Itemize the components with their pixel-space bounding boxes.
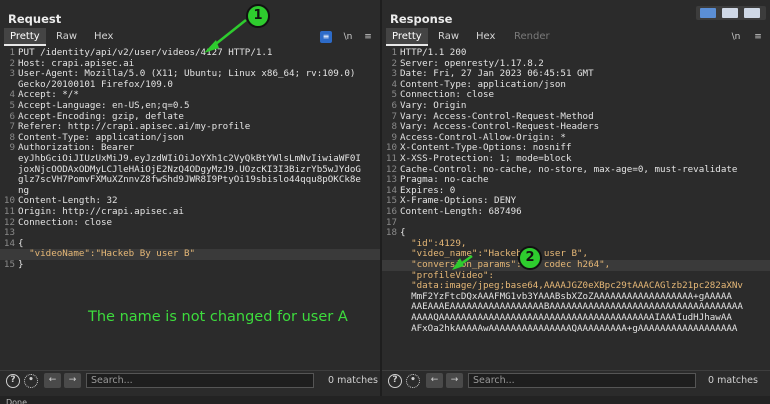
code-line: eyJhbGciOiJIUzUxMiJ9.eyJzdWIiOiJoYXh1c2V…	[0, 153, 380, 165]
code-line: 16 Content-Length: 687496	[382, 206, 770, 218]
tab-render[interactable]: Render	[508, 28, 556, 46]
response-tabbar: Pretty Raw Hex Render \n ≡	[382, 28, 770, 46]
request-tabbar: Pretty Raw Hex ≡ \n ≡	[0, 28, 380, 46]
line-number: 15	[3, 259, 15, 270]
request-match-count: 0 matches	[328, 375, 378, 386]
code-line: 13	[0, 228, 380, 239]
menu-icon[interactable]: ≡	[362, 31, 374, 43]
code-text: Origin: http://crapi.apisec.ai	[18, 206, 184, 217]
request-search-bar: ? • ← → Search... 0 matches	[0, 370, 380, 390]
help-icon[interactable]: ?	[6, 374, 20, 388]
tab-hex[interactable]: Hex	[470, 28, 501, 46]
request-pane: Request Pretty Raw Hex ≡ \n ≡ 1 PUT /iden…	[0, 0, 380, 396]
single-pane-layout-icon[interactable]	[744, 8, 760, 18]
code-text: AAAAQAAAAAAAAAAAAAAAAAAAAAAAAAAAAAAAAAAA…	[400, 312, 732, 323]
side-by-side-layout-icon[interactable]	[700, 8, 716, 18]
code-text: AFxOa2hkAAAAAwAAAAAAAAAAAAAAAQAAAAAAAAA+…	[400, 322, 738, 334]
line-number: 1	[9, 47, 15, 58]
code-text: PUT /identity/api/v2/user/videos/4127 HT…	[18, 47, 273, 58]
code-line: 12 Connection: close	[0, 216, 380, 229]
line-number: 18	[385, 227, 397, 239]
line-number: 6	[391, 100, 397, 111]
response-pane: Response Pretty Raw Hex Render \n ≡ 1 HTT…	[382, 0, 770, 396]
code-line: "videoName":"Hackeb By user B"	[0, 249, 380, 260]
line-number: 1	[391, 47, 397, 58]
settings-icon[interactable]: •	[406, 374, 420, 388]
tab-pretty[interactable]: Pretty	[4, 28, 46, 46]
code-line: AFxOa2hkAAAAAwAAAAAAAAAAAAAAAQAAAAAAAAA+…	[382, 322, 770, 335]
code-line: "conversion_params":"-v codec h264",	[382, 259, 770, 271]
response-search-input[interactable]: Search...	[468, 373, 696, 388]
menu-icon[interactable]: ≡	[752, 31, 764, 43]
response-search-bar: ? • ← → Search... 0 matches	[382, 370, 770, 390]
line-number: 16	[385, 206, 397, 217]
line-number: 11	[385, 153, 397, 164]
format-icon[interactable]: ≡	[320, 31, 332, 43]
code-text: }	[18, 259, 24, 270]
response-title: Response	[390, 12, 453, 26]
previous-arrow-icon[interactable]: ←	[426, 373, 443, 388]
request-title: Request	[8, 12, 62, 26]
tab-hex[interactable]: Hex	[88, 28, 119, 46]
tab-raw[interactable]: Raw	[50, 28, 83, 46]
response-editor[interactable]: 1 HTTP/1.1 200 2 Server: openresty/1.17.8.2…	[382, 46, 770, 368]
newline-icon[interactable]: \n	[728, 31, 744, 43]
tab-pretty[interactable]: Pretty	[386, 28, 428, 46]
code-line: AAAAQAAAAAAAAAAAAAAAAAAAAAAAAAAAAAAAAAAA…	[382, 312, 770, 324]
help-icon[interactable]: ?	[388, 374, 402, 388]
code-line: 5 Accept-Language: en-US,en;q=0.5	[0, 100, 380, 112]
code-text: Content-Length: 687496	[400, 206, 522, 217]
code-line: 17	[382, 217, 770, 229]
previous-arrow-icon[interactable]: ←	[44, 373, 61, 388]
request-search-input[interactable]: Search...	[86, 373, 314, 388]
line-number: 9	[9, 142, 15, 154]
code-text: Vary: Origin	[400, 100, 467, 111]
line-number: 5	[9, 100, 15, 111]
line-number: 3	[9, 68, 15, 80]
annotation-marker-1: 1	[246, 4, 270, 28]
code-line: 15}	[0, 259, 380, 271]
code-line: 6 Vary: Origin	[382, 100, 770, 112]
code-text: glz7scVH7PomvFXMuXZnnvZ8fwShd9JWR8I9PtyO…	[18, 174, 361, 186]
newline-icon[interactable]: \n	[340, 31, 356, 43]
code-text: eyJhbGciOiJIUzUxMiJ9.eyJzdWIiOiJoYXh1c2V…	[18, 153, 361, 164]
code-text: X-XSS-Protection: 1; mode=block	[400, 153, 572, 164]
annotation-marker-2: 2	[518, 246, 542, 270]
line-number: 11	[3, 206, 15, 217]
line-number: 14	[3, 237, 15, 249]
next-arrow-icon[interactable]: →	[64, 373, 81, 388]
next-arrow-icon[interactable]: →	[446, 373, 463, 388]
code-text: HTTP/1.1 200	[400, 47, 467, 58]
code-text: Connection: close	[18, 216, 113, 228]
code-line: 1 HTTP/1.1 200	[382, 47, 770, 59]
code-text: Accept-Language: en-US,en;q=0.5	[18, 100, 190, 111]
code-text: Pragma: no-cache	[400, 174, 489, 186]
layout-toggle	[696, 6, 766, 20]
code-line: glz7scVH7PomvFXMuXZnnvZ8fwShd9JWR8I9PtyO…	[0, 175, 380, 186]
status-bar: Done	[0, 396, 770, 404]
annotation-note: The name is not changed for user A	[88, 309, 348, 325]
response-match-count: 0 matches	[708, 375, 758, 386]
code-text: "conversion_params":"-v codec h264",	[400, 259, 611, 270]
settings-icon[interactable]: •	[24, 374, 38, 388]
code-line: 11 Origin: http://crapi.apisec.ai	[0, 206, 380, 218]
top-bottom-layout-icon[interactable]	[722, 8, 738, 18]
tab-raw[interactable]: Raw	[432, 28, 465, 46]
code-line: 1 PUT /identity/api/v2/user/videos/4127 H…	[0, 47, 380, 59]
code-text: "videoName":"Hackeb By user B"	[18, 248, 196, 260]
code-line: 11 X-XSS-Protection: 1; mode=block	[382, 153, 770, 165]
